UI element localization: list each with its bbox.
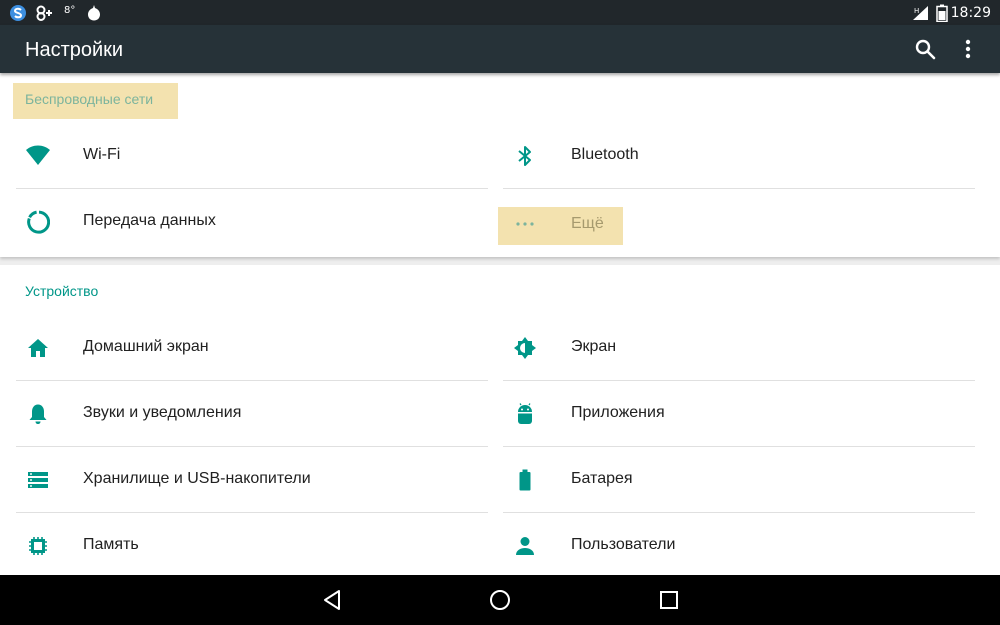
section-header-wireless: Беспроводные сети (13, 83, 178, 119)
network-type-text: H (914, 7, 919, 15)
setting-item-sound[interactable]: Звуки и уведомления (16, 381, 488, 447)
storage-icon (28, 472, 48, 488)
setting-label: Экран (571, 338, 617, 355)
recents-icon[interactable] (657, 588, 681, 612)
more-horiz-icon (516, 222, 534, 226)
signal-icon: H (913, 6, 928, 20)
wifi-icon (26, 145, 50, 165)
wireless-section: Беспроводные сети Wi-Fi Bluetooth Переда… (0, 73, 1000, 257)
app-bar: Настройки (0, 25, 1000, 73)
setting-label: Передача данных (83, 212, 216, 229)
setting-item-bluetooth[interactable]: Bluetooth (503, 123, 975, 189)
sync-app-icon (10, 5, 26, 21)
setting-item-apps[interactable]: Приложения (503, 381, 975, 447)
setting-item-wifi[interactable]: Wi-Fi (16, 123, 488, 189)
back-icon[interactable] (320, 588, 344, 612)
section-gap (0, 257, 1000, 265)
setting-label: Ещё (571, 215, 604, 232)
clock: 18:29 (950, 5, 991, 21)
setting-label: Память (83, 536, 139, 553)
setting-item-more[interactable]: Ещё (498, 207, 623, 245)
setting-item-storage[interactable]: Хранилище и USB-накопители (16, 447, 488, 513)
more-vert-icon[interactable] (956, 37, 980, 61)
battery-status-icon (936, 4, 948, 22)
setting-label: Пользователи (571, 536, 676, 553)
bell-icon (29, 404, 47, 424)
person-icon (516, 537, 534, 555)
search-icon[interactable] (913, 37, 937, 61)
navigation-bar (0, 575, 1000, 625)
battery-icon (519, 469, 531, 491)
temperature-text: 8° (64, 5, 76, 16)
android-icon (518, 403, 532, 424)
bluetooth-icon (518, 146, 531, 166)
device-section: Устройство Домашний экран Экран Звуки и … (0, 265, 1000, 575)
setting-item-users[interactable]: Пользователи (503, 513, 975, 579)
memory-icon (29, 537, 47, 555)
status-bar: 8° H 18:29 (0, 0, 1000, 25)
setting-label: Батарея (571, 470, 633, 487)
data-usage-icon (27, 210, 50, 234)
setting-label: Приложения (571, 404, 665, 421)
section-header-device: Устройство (25, 283, 99, 299)
setting-label: Wi-Fi (83, 146, 121, 163)
setting-label: Bluetooth (571, 146, 639, 163)
brightness-icon (514, 337, 536, 359)
setting-label: Хранилище и USB-накопители (83, 470, 311, 487)
setting-item-home[interactable]: Домашний экран (16, 315, 488, 381)
page-title: Настройки (25, 39, 124, 61)
setting-item-data-usage[interactable]: Передача данных (16, 189, 488, 255)
setting-label: Звуки и уведомления (83, 404, 242, 421)
drop-icon (88, 5, 100, 21)
app-notification-icon (36, 5, 52, 21)
setting-item-battery[interactable]: Батарея (503, 447, 975, 513)
divider (503, 188, 975, 189)
setting-item-memory[interactable]: Память (16, 513, 488, 579)
home-button-icon[interactable] (488, 588, 512, 612)
setting-label: Домашний экран (83, 338, 209, 355)
setting-item-display[interactable]: Экран (503, 315, 975, 381)
home-icon (28, 339, 48, 357)
